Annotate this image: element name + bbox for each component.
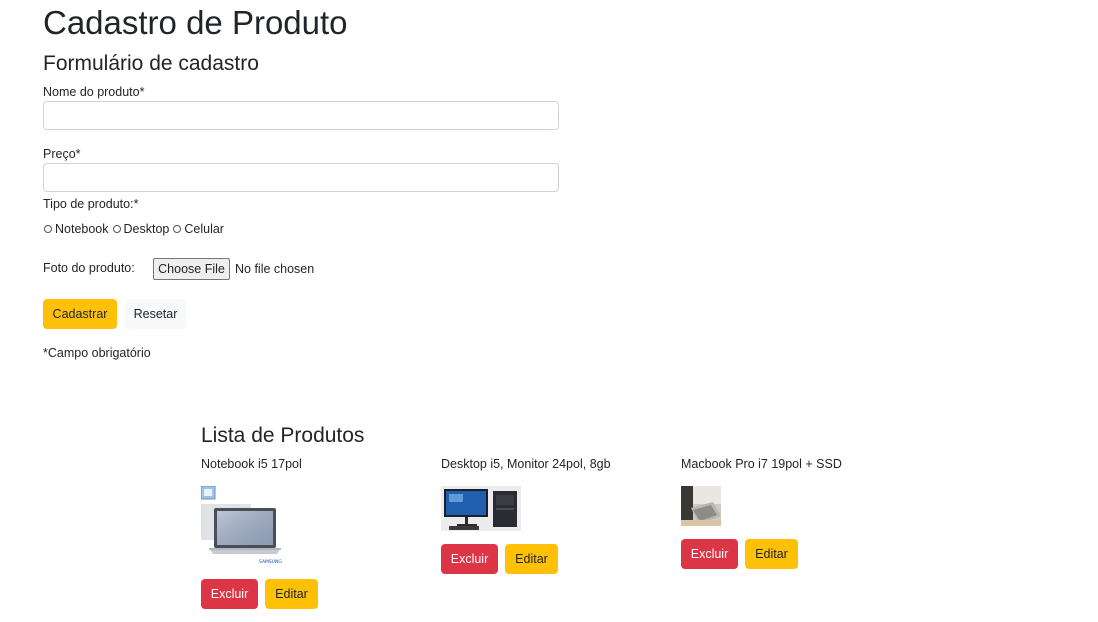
radio-desktop-label: Desktop	[123, 222, 170, 236]
delete-button[interactable]: Excluir	[441, 544, 498, 574]
price-label: Preço*	[43, 147, 81, 161]
desktop-icon	[441, 486, 521, 531]
type-label: Tipo de produto:*	[43, 197, 139, 211]
product-name: Macbook Pro i7 19pol + SSD	[681, 457, 842, 471]
required-note: *Campo obrigatório	[43, 346, 151, 360]
radio-notebook[interactable]: Notebook	[43, 222, 109, 236]
form-title: Formulário de cadastro	[43, 52, 259, 75]
edit-button[interactable]: Editar	[265, 579, 318, 609]
file-status: No file chosen	[235, 262, 315, 276]
desktop-image	[441, 486, 521, 531]
delete-button[interactable]: Excluir	[681, 539, 738, 569]
laptop-image: SAMSUNG	[201, 486, 283, 567]
svg-text:SAMSUNG: SAMSUNG	[259, 559, 282, 565]
list-title: Lista de Produtos	[201, 424, 365, 447]
macbook-photo	[681, 486, 721, 526]
laptop-icon: SAMSUNG	[201, 486, 282, 565]
edit-button[interactable]: Editar	[505, 544, 558, 574]
radio-circle-icon[interactable]	[112, 225, 121, 233]
submit-button[interactable]: Cadastrar	[43, 299, 117, 329]
name-label: Nome do produto*	[43, 85, 145, 99]
type-radio-group: Notebook Desktop Celular	[43, 222, 227, 236]
radio-desktop[interactable]: Desktop	[112, 222, 170, 236]
radio-celular[interactable]: Celular	[172, 222, 224, 236]
photo-label: Foto do produto:	[43, 261, 135, 275]
radio-notebook-label: Notebook	[55, 222, 109, 236]
price-input[interactable]	[43, 163, 559, 192]
radio-celular-label: Celular	[184, 222, 224, 236]
reset-button[interactable]: Resetar	[125, 299, 186, 329]
radio-circle-icon[interactable]	[173, 225, 182, 233]
name-input[interactable]	[43, 101, 559, 130]
radio-circle-icon[interactable]	[44, 225, 52, 233]
choose-file-button[interactable]: Choose File	[153, 258, 230, 280]
product-name: Notebook i5 17pol	[201, 457, 302, 471]
delete-button[interactable]: Excluir	[201, 579, 258, 609]
edit-button[interactable]: Editar	[745, 539, 798, 569]
macbook-icon	[681, 486, 721, 526]
page-title: Cadastro de Produto	[43, 4, 348, 41]
product-name: Desktop i5, Monitor 24pol, 8gb	[441, 457, 611, 471]
